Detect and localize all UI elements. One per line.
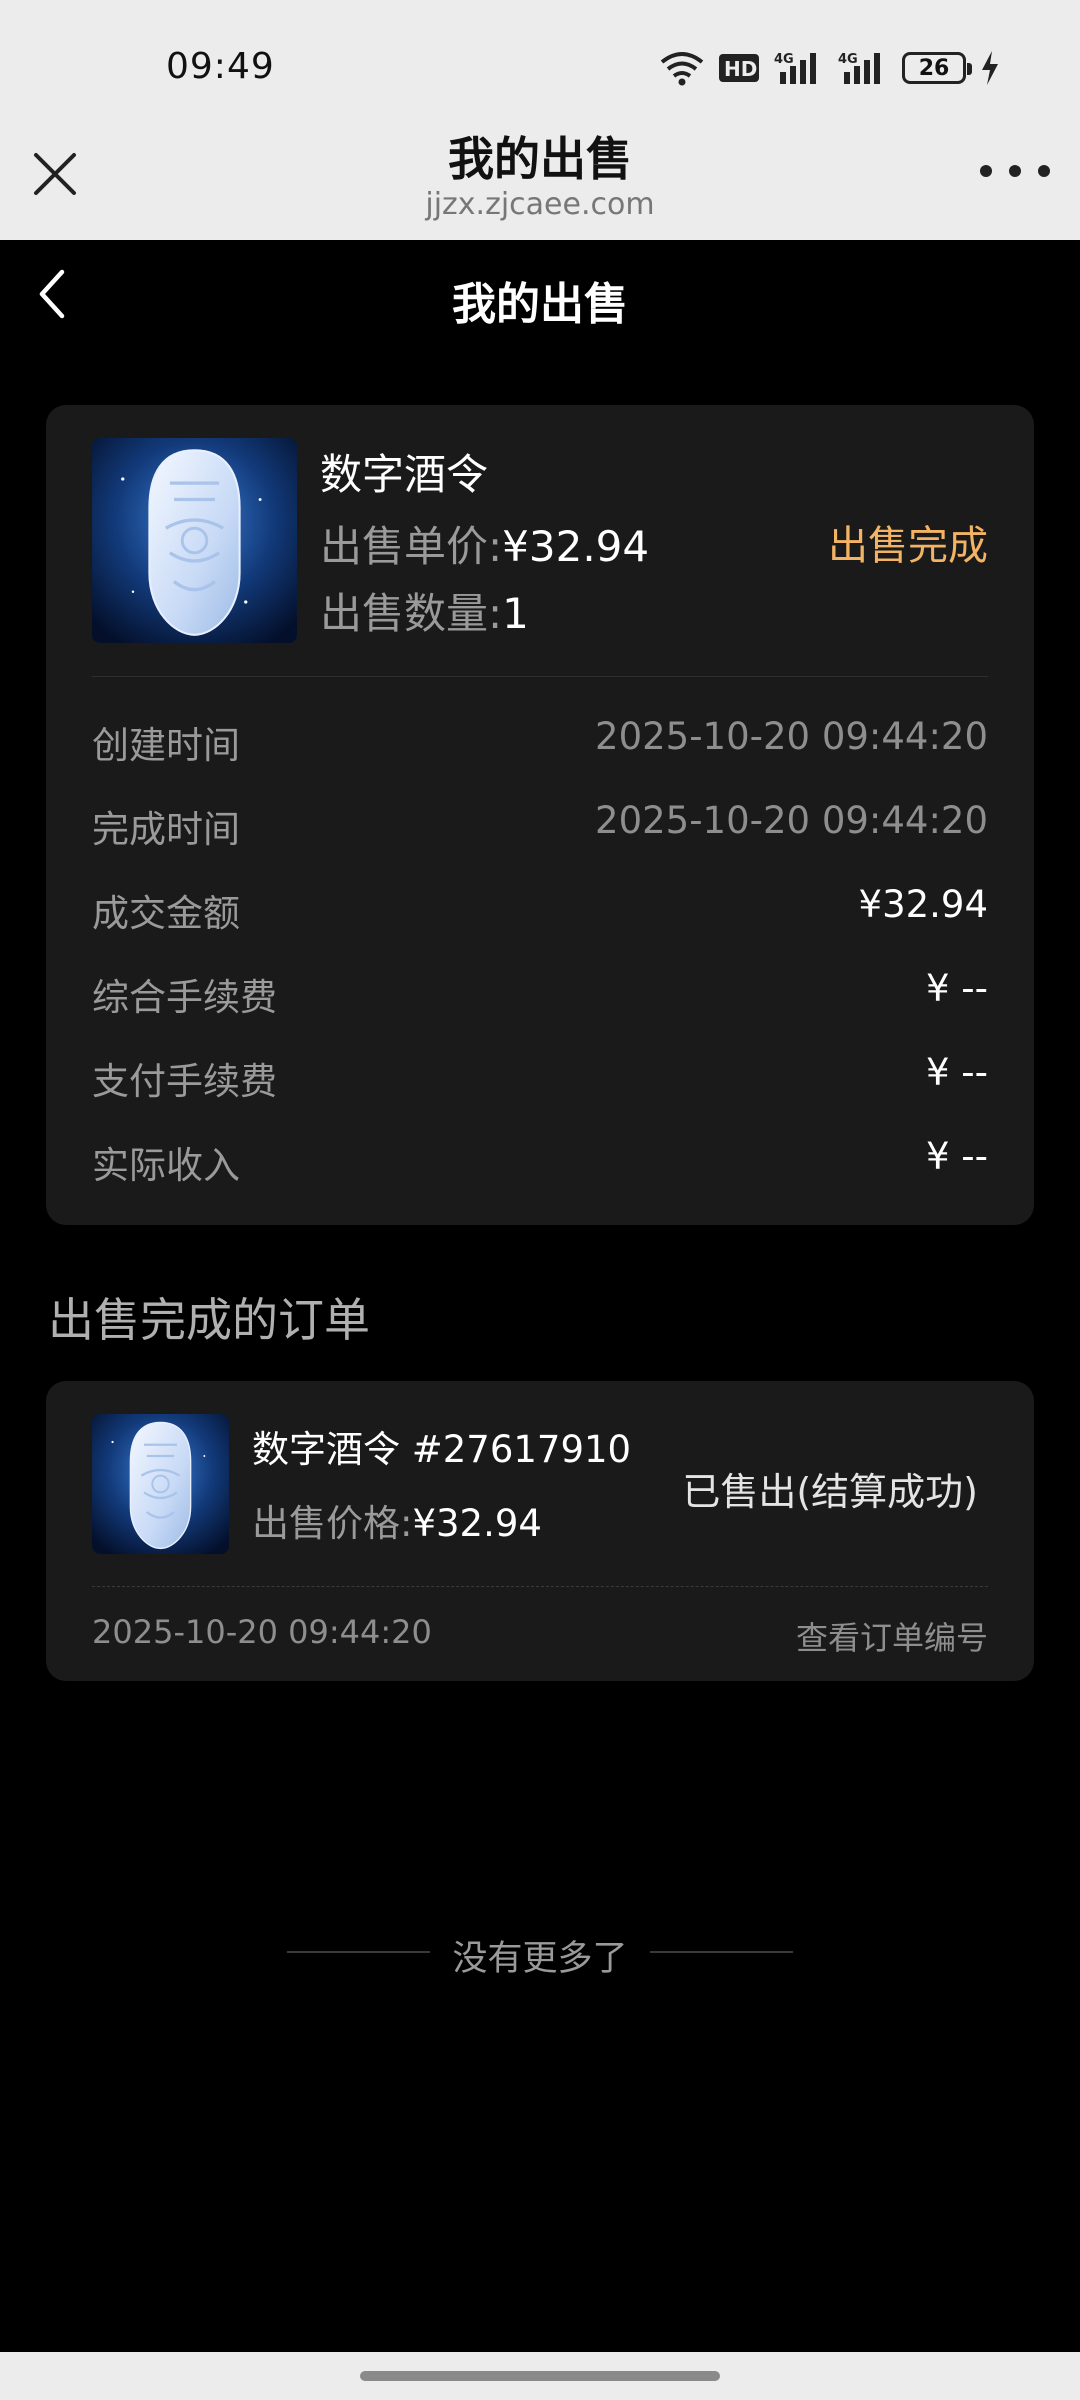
svg-text:4G: 4G: [838, 52, 858, 67]
sale-status-badge: 出售完成: [828, 523, 988, 569]
order-date: 2025-10-20 09:44:20: [92, 1613, 432, 1651]
signal-4g-icon: 4G: [774, 52, 816, 84]
sale-summary-card: 数字酒令 出售单价:¥32.94 出售数量:1 出售完成 创建时间 2025-1…: [46, 405, 1034, 1225]
detail-row-income: 实际收入 ¥ --: [92, 1135, 988, 1219]
order-card[interactable]: 数字酒令 #27617910 出售价格:¥32.94 已售出(结算成功) 202…: [46, 1381, 1034, 1681]
charging-icon: [982, 51, 998, 85]
no-more-text: 没有更多了: [452, 1939, 628, 1979]
jade-token-image: [92, 438, 297, 643]
sale-quantity: 出售数量:1: [320, 580, 529, 641]
detail-value: 2025-10-20 09:44:20: [595, 799, 988, 842]
detail-row-amount: 成交金额 ¥32.94: [92, 883, 988, 967]
page-title: 我的出售: [452, 279, 628, 330]
webview-title-bar: 我的出售 jjzx.zjcaee.com: [0, 132, 1080, 240]
price-value: ¥32.94: [502, 522, 650, 571]
gesture-nav-bar: [0, 2352, 1080, 2400]
order-status: 已售出(结算成功): [682, 1470, 978, 1514]
divider-line: [650, 1951, 793, 1953]
detail-label: 综合手续费: [92, 976, 277, 1019]
detail-label: 创建时间: [92, 724, 240, 767]
webview-title: 我的出售: [448, 132, 632, 186]
detail-row-service-fee: 综合手续费 ¥ --: [92, 967, 988, 1051]
view-order-number-link[interactable]: 查看订单编号: [796, 1613, 988, 1659]
section-title: 出售完成的订单: [48, 1293, 370, 1347]
more-icon[interactable]: [980, 159, 1050, 183]
qty-value: 1: [502, 589, 529, 638]
divider: [92, 676, 988, 677]
detail-label: 成交金额: [92, 892, 240, 935]
detail-value: ¥ --: [925, 1051, 988, 1094]
detail-value: ¥ --: [925, 967, 988, 1010]
order-price: 出售价格:¥32.94: [252, 1493, 542, 1547]
svg-text:4G: 4G: [774, 52, 794, 67]
sale-unit-price: 出售单价:¥32.94: [320, 513, 649, 574]
order-price-label: 出售价格:: [252, 1502, 413, 1545]
status-time: 09:49: [166, 46, 275, 87]
order-price-value: ¥32.94: [412, 1502, 542, 1545]
qty-label: 出售数量:: [320, 589, 503, 638]
detail-label: 完成时间: [92, 808, 240, 851]
dashed-divider: [92, 1586, 988, 1587]
page-header: 我的出售: [0, 240, 1080, 350]
detail-row-created: 创建时间 2025-10-20 09:44:20: [92, 715, 988, 799]
home-indicator[interactable]: [360, 2371, 720, 2381]
jade-token-image: [92, 1414, 229, 1554]
battery-level: 26: [918, 55, 950, 81]
detail-value: ¥ --: [925, 1135, 988, 1178]
item-name: 数字酒令: [320, 450, 489, 499]
status-bar: 09:49 HD 4G 4G 26: [0, 0, 1080, 135]
status-icons: HD 4G 4G 26: [660, 48, 1000, 88]
hd-icon: HD: [719, 54, 759, 82]
detail-label: 实际收入: [92, 1144, 240, 1187]
detail-row-payment-fee: 支付手续费 ¥ --: [92, 1051, 988, 1135]
detail-row-completed: 完成时间 2025-10-20 09:44:20: [92, 799, 988, 883]
signal-4g-icon-2: 4G: [838, 52, 880, 84]
detail-value: 2025-10-20 09:44:20: [595, 715, 988, 758]
svg-text:HD: HD: [724, 57, 757, 81]
detail-value: ¥32.94: [858, 883, 988, 926]
sale-details: 创建时间 2025-10-20 09:44:20 完成时间 2025-10-20…: [92, 715, 988, 1219]
wifi-icon: [660, 52, 704, 86]
order-item-name: 数字酒令 #27617910: [252, 1428, 632, 1471]
list-end-indicator: 没有更多了: [0, 1926, 1080, 1979]
battery-icon: 26: [902, 52, 972, 84]
webview-url: jjzx.zjcaee.com: [425, 187, 655, 222]
price-label: 出售单价:: [320, 522, 503, 571]
detail-label: 支付手续费: [92, 1060, 277, 1103]
